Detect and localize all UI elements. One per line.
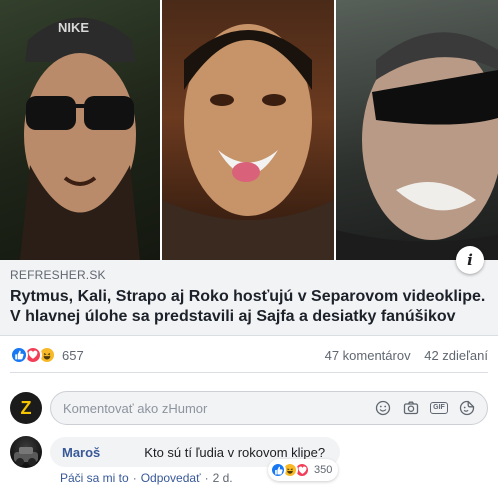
info-icon[interactable]: i: [456, 246, 484, 274]
reactions-summary[interactable]: 657: [10, 344, 84, 366]
page-avatar-letter: Z: [20, 397, 32, 418]
link-title-line-1: Rytmus, Kali, Strapo aj Roko hosťujú v S…: [10, 288, 486, 305]
man-with-cap-image: NIKE: [20, 17, 140, 260]
link-title-line-2: V hlavnej úlohe sa predstavili aj Sajfa …: [10, 308, 456, 325]
man-with-tongue-out-image: [162, 24, 334, 260]
gif-label: GIF: [430, 402, 448, 414]
link-preview[interactable]: REFRESHER.SK Rytmus, Kali, Strapo aj Rok…: [0, 260, 498, 336]
comment-count-link[interactable]: 47 komentárov: [325, 348, 411, 363]
comment-reactions[interactable]: 350: [268, 459, 339, 481]
engagement-counts: 47 komentárov 42 zdieľaní: [325, 348, 488, 363]
link-title[interactable]: Rytmus, Kali, Strapo aj Roko hosťujú v S…: [10, 287, 488, 327]
share-count-link[interactable]: 42 zdieľaní: [424, 348, 488, 363]
post-media[interactable]: NIKE: [0, 0, 498, 260]
comment-author[interactable]: Maroš: [62, 445, 100, 460]
comment-composer[interactable]: GIF: [50, 391, 488, 425]
link-domain: REFRESHER.SK: [10, 268, 106, 282]
sticker-icon[interactable]: [459, 400, 475, 416]
gif-icon[interactable]: GIF: [430, 400, 448, 416]
media-photo-center[interactable]: [162, 0, 334, 260]
separator: ·: [132, 471, 137, 485]
reply-link[interactable]: Odpovedať: [141, 471, 201, 485]
composer-tools: GIF: [375, 400, 475, 416]
page-avatar[interactable]: Z: [10, 392, 42, 424]
comment-actions: Páči sa mi to · Odpovedať · 2 d.: [60, 471, 233, 485]
commenter-avatar[interactable]: [10, 436, 42, 468]
camera-icon[interactable]: [403, 400, 419, 416]
divider: [10, 372, 488, 373]
emoji-icon[interactable]: [375, 400, 391, 416]
like-comment-link[interactable]: Páči sa mi to: [60, 471, 129, 485]
comment-text: Kto sú tí ľudia v rokovom klipe?: [144, 444, 326, 460]
man-with-sunglasses-image: [336, 32, 498, 260]
separator: ·: [204, 471, 209, 485]
media-photo-right[interactable]: [336, 0, 498, 260]
cap-logo: NIKE: [58, 20, 89, 35]
like-icon: [10, 346, 28, 364]
comment-timestamp[interactable]: 2 d.: [213, 471, 233, 485]
media-photo-left[interactable]: NIKE: [0, 0, 160, 260]
comment-input[interactable]: [63, 400, 375, 416]
like-icon: [270, 462, 286, 478]
reaction-count: 657: [62, 347, 84, 363]
comment-reaction-count: 350: [314, 464, 333, 476]
